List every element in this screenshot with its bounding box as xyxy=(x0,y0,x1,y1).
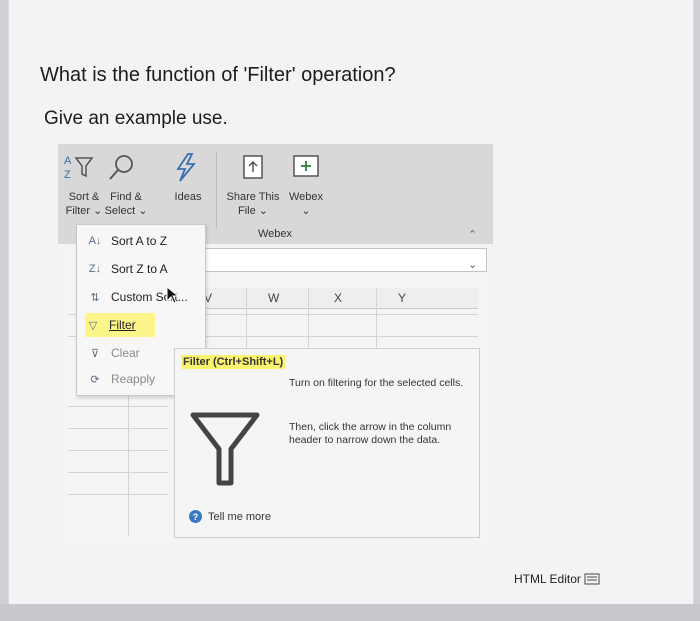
webex-button[interactable]: Webex ⌄ xyxy=(284,152,328,218)
share-file-label-2: File ⌄ xyxy=(237,205,268,217)
column-header-y[interactable]: Y xyxy=(398,291,406,305)
sort-filter-button[interactable]: A Z Sort & Filter ⌄ xyxy=(62,152,106,218)
find-select-label-2: Select ⌄ xyxy=(104,205,148,217)
help-icon: ? xyxy=(189,510,202,523)
webex-icon xyxy=(293,155,319,177)
tooltip-title: Filter (Ctrl+Shift+L) xyxy=(181,355,286,369)
tooltip-description-2: Then, click the arrow in the column head… xyxy=(289,421,452,446)
subquestion-text: Give an example use. xyxy=(44,108,228,129)
mouse-cursor-icon xyxy=(166,286,180,304)
page-bottom-edge xyxy=(0,604,700,621)
formula-bar[interactable] xyxy=(203,248,487,272)
html-editor-button[interactable]: HTML Editor xyxy=(514,572,600,586)
grid-line xyxy=(376,288,377,348)
grid-line xyxy=(68,472,168,473)
sort-filter-label-2: Filter ⌄ xyxy=(65,205,103,217)
menu-item-sort-az[interactable]: A↓ Sort A to Z xyxy=(87,229,199,253)
keyboard-icon xyxy=(584,573,600,585)
grid-line xyxy=(68,450,168,451)
chevron-up-icon[interactable]: ⌃ xyxy=(468,228,477,241)
menu-item-custom-sort[interactable]: ⇅ Custom Sort... xyxy=(87,285,199,309)
reapply-filter-icon: ⟳ xyxy=(90,373,100,386)
column-header-w[interactable]: W xyxy=(268,291,279,305)
column-header-row: V W X Y xyxy=(188,288,478,309)
menu-item-filter[interactable]: ▽ Filter xyxy=(85,313,155,337)
webex-chevron-icon: ⌄ xyxy=(301,205,311,217)
share-file-button[interactable]: Share This File ⌄ xyxy=(222,152,284,218)
menu-item-label: Clear xyxy=(111,346,140,360)
sort-za-icon: Z↓ xyxy=(88,263,102,275)
find-select-button[interactable]: Find & Select ⌄ xyxy=(104,152,148,218)
filter-icon: ▽ xyxy=(88,319,98,332)
custom-sort-icon: ⇅ xyxy=(90,291,100,304)
menu-item-label: Sort Z to A xyxy=(111,262,168,276)
grid-line xyxy=(246,288,247,348)
sort-filter-label-1: Sort & xyxy=(68,191,100,203)
funnel-icon xyxy=(190,412,260,486)
chevron-down-icon[interactable]: ⌄ xyxy=(468,258,477,271)
grid-line xyxy=(68,494,168,495)
share-file-icon xyxy=(243,155,263,179)
grid-line xyxy=(308,288,309,348)
column-header-x[interactable]: X xyxy=(334,291,342,305)
tell-me-more-label: Tell me more xyxy=(208,510,271,523)
question-card: What is the function of 'Filter' operati… xyxy=(8,0,694,608)
lightning-icon xyxy=(176,153,196,182)
menu-item-label: Filter xyxy=(109,318,136,332)
grid-line xyxy=(128,396,129,536)
svg-text:A: A xyxy=(64,155,72,167)
find-select-label-1: Find & xyxy=(110,191,142,203)
ideas-label: Ideas xyxy=(174,191,202,203)
grid-line xyxy=(68,428,168,429)
sort-az-icon: A↓ xyxy=(88,235,102,247)
share-file-label-1: Share This xyxy=(226,191,280,203)
webex-group-label: Webex xyxy=(258,228,293,240)
sort-filter-icon: A Z xyxy=(64,155,94,181)
menu-item-label: Sort A to Z xyxy=(111,234,168,248)
clear-filter-icon: ⊽ xyxy=(90,347,100,360)
grid-line xyxy=(68,406,168,407)
question-text: What is the function of 'Filter' operati… xyxy=(40,64,396,86)
search-icon xyxy=(109,155,133,180)
ideas-button[interactable]: Ideas xyxy=(168,152,208,204)
filter-tooltip: Filter (Ctrl+Shift+L) Turn on filtering … xyxy=(174,348,480,538)
tell-me-more-link[interactable]: ? Tell me more xyxy=(189,510,271,523)
menu-item-label: Reapply xyxy=(111,372,156,386)
tooltip-description: Turn on filtering for the selected cells… xyxy=(289,377,464,389)
html-editor-label: HTML Editor xyxy=(514,572,581,586)
webex-label: Webex xyxy=(288,191,324,203)
svg-text:Z: Z xyxy=(64,169,71,181)
menu-item-sort-za[interactable]: Z↓ Sort Z to A xyxy=(87,257,199,281)
ribbon-divider xyxy=(216,152,217,228)
